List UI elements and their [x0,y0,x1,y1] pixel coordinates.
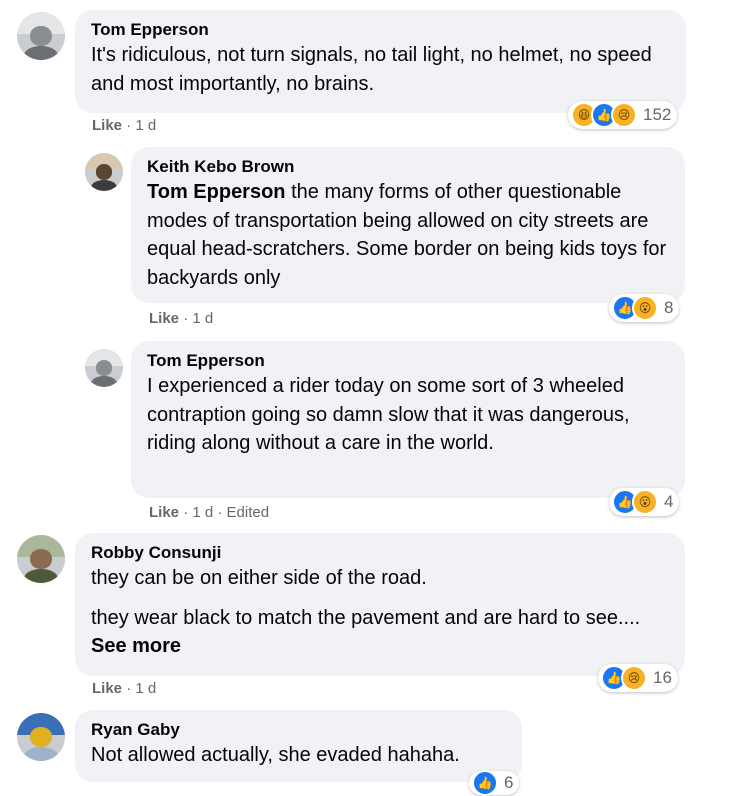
comment-text: Tom Epperson the many forms of other que… [147,181,667,289]
comment-meta: Like · 1 d [92,117,156,135]
comment-text: I experienced a rider today on some sort… [147,375,630,454]
comment-author[interactable]: Keith Kebo Brown [147,156,669,178]
avatar-ryan-gaby[interactable] [17,713,65,761]
comment-text: they can be on either side of the road. … [91,567,641,657]
reaction-count: 4 [664,492,674,511]
mentioned-user[interactable]: Tom Epperson [147,181,286,203]
wow-icon: 😮 [632,295,658,321]
comment-meta: Like · 1 d [149,310,213,328]
timestamp[interactable]: · 1 d · Edited [183,504,269,521]
avatar-keith-kebo-brown[interactable] [85,153,123,191]
reaction-summary[interactable]: 👍 6 [469,770,520,796]
reaction-count: 6 [504,773,514,792]
comment-bubble: Tom Epperson It's ridiculous, not turn s… [75,10,686,113]
see-more-link[interactable]: See more [91,635,181,657]
comment-bubble: Keith Kebo Brown Tom Epperson the many f… [131,147,685,303]
comment-author[interactable]: Tom Epperson [147,350,669,372]
comment-text: It's ridiculous, not turn signals, no ta… [91,44,652,95]
timestamp[interactable]: · 1 d [183,310,213,327]
like-icon: 👍 [472,770,498,796]
comment-bubble: Tom Epperson I experienced a rider today… [131,341,685,498]
reaction-summary[interactable]: 👍 😮 4 [609,488,680,516]
wow-icon: 😮 [632,489,658,515]
like-link[interactable]: Like [149,504,179,521]
comment-author[interactable]: Tom Epperson [91,19,670,41]
reaction-count: 16 [653,668,672,687]
timestamp[interactable]: · 1 d [126,680,156,697]
like-link[interactable]: Like [149,310,179,327]
like-link[interactable]: Like [92,680,122,697]
sad-icon: 😢 [611,102,637,128]
like-link[interactable]: Like [92,117,122,134]
comment-bubble: Robby Consunji they can be on either sid… [75,533,685,676]
comment-meta: Like · 1 d [92,680,156,698]
sad-icon: 😢 [621,665,647,691]
avatar-robby-consunji[interactable] [17,535,65,583]
reaction-summary[interactable]: 👍 😢 16 [598,664,678,692]
comment-author[interactable]: Ryan Gaby [91,719,506,741]
reaction-count: 152 [643,105,672,124]
reaction-summary[interactable]: 😆 👍 😢 152 [568,101,678,129]
comment-text: Not allowed actually, she evaded hahaha. [91,744,460,766]
avatar-tom-epperson[interactable] [85,349,123,387]
reaction-count: 8 [664,298,674,317]
reaction-summary[interactable]: 👍 😮 8 [609,294,680,322]
timestamp[interactable]: · 1 d [126,117,156,134]
comment-meta: Like · 1 d · Edited [149,504,269,522]
comment-bubble: Ryan Gaby Not allowed actually, she evad… [75,710,522,782]
comment-author[interactable]: Robby Consunji [91,542,669,564]
avatar-tom-epperson[interactable] [17,12,65,60]
